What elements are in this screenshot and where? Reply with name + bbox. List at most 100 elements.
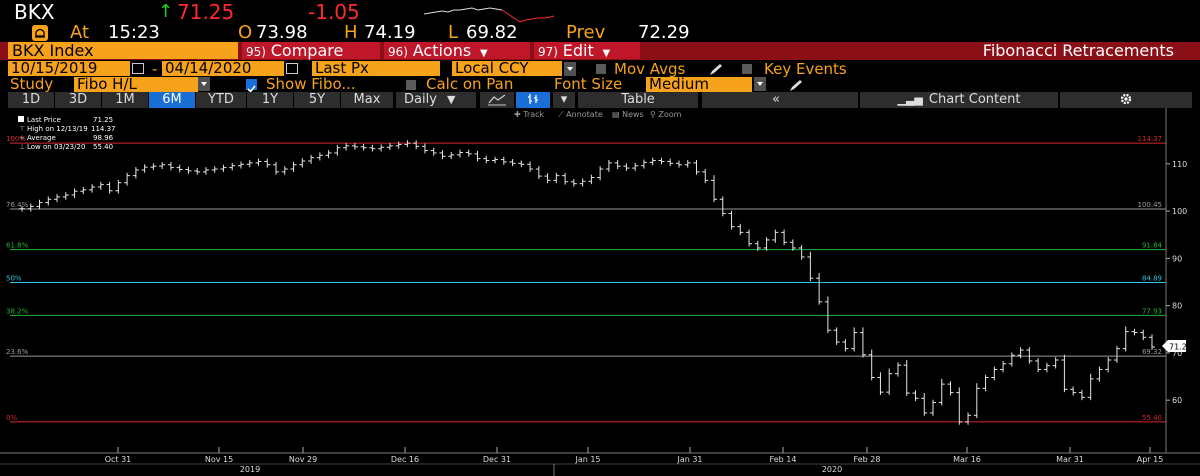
start-date-field[interactable]: 10/15/2019	[8, 61, 130, 76]
currency-selector[interactable]: Local CCY	[452, 61, 562, 76]
price-bar	[1140, 329, 1147, 341]
x-tick: Dec 16	[391, 447, 419, 464]
price-bar	[439, 150, 446, 160]
price-bar	[150, 163, 157, 170]
price-bar	[579, 178, 586, 187]
study-title: Fibonacci Retracements	[982, 41, 1174, 60]
price-bar	[360, 143, 367, 151]
price-bar	[982, 374, 989, 392]
price-chart[interactable]: 100% 114.3776.4% 100.4561.8% 91.8450% 84.893…	[0, 108, 1200, 476]
zoom-tool[interactable]: ⚲ Zoom	[650, 110, 682, 119]
key-events-checkbox[interactable]	[742, 64, 752, 74]
y-tick-label: 90	[1172, 254, 1182, 263]
actions-number: 96)	[388, 45, 408, 59]
news-tool[interactable]: ▤ News	[612, 110, 644, 119]
price-bar	[106, 181, 113, 194]
tab-1y[interactable]: 1Y	[247, 92, 293, 108]
tab-1d[interactable]: 1D	[8, 92, 54, 108]
chart-content-button[interactable]: ▁▃▅ Chart Content	[860, 92, 1058, 108]
font-size-dropdown-icon[interactable]	[754, 77, 766, 91]
alert-bell-icon[interactable]	[32, 25, 48, 41]
fib-pct-label: 38.2%	[6, 307, 29, 315]
tab-ytd[interactable]: YTD	[196, 92, 246, 108]
table-button[interactable]: Table	[578, 92, 698, 108]
price-bar	[781, 229, 788, 246]
price-bar	[562, 172, 569, 185]
annotate-tool[interactable]: ⟋ Annotate	[558, 110, 603, 119]
price-bar	[316, 152, 323, 161]
price-bar	[684, 160, 691, 168]
study-selector[interactable]: Fibo H/L	[74, 77, 198, 92]
price-bar	[535, 166, 542, 179]
price-bar	[299, 158, 306, 168]
field-selector[interactable]: Last Px	[312, 61, 440, 76]
settings-gear-icon[interactable]	[1060, 92, 1192, 108]
study-dropdown-icon[interactable]	[198, 77, 210, 91]
price-bar	[588, 174, 595, 185]
tab-max[interactable]: Max	[341, 92, 393, 108]
mov-avgs-checkbox[interactable]	[596, 64, 606, 74]
price-bar	[816, 273, 823, 305]
date-separator: -	[152, 60, 158, 78]
price-bar	[1035, 358, 1042, 373]
tab-5y[interactable]: 5Y	[294, 92, 340, 108]
price-bar	[894, 362, 901, 377]
price-bar	[807, 251, 814, 282]
legend-last-price-label: Last Price	[27, 116, 61, 124]
legend-high-label: High on 12/13/19	[27, 125, 88, 133]
bar-chart-type-button[interactable]	[516, 92, 550, 108]
fib-value-label: 100.45	[1138, 201, 1163, 209]
calendar-icon[interactable]	[286, 63, 298, 74]
tab-3d[interactable]: 3D	[55, 92, 101, 108]
price-bar	[772, 229, 779, 243]
calc-on-pan-checkbox[interactable]	[406, 80, 416, 90]
x-tick-label: Feb 14	[770, 455, 797, 464]
security-field[interactable]: BKX Index	[8, 42, 238, 59]
price-bar	[492, 156, 499, 164]
x-tick-label: Dec 31	[483, 455, 511, 464]
price-bar	[1087, 373, 1094, 401]
price-bar	[509, 159, 516, 167]
line-chart-type-button[interactable]	[480, 92, 514, 108]
tab-6m[interactable]: 6M	[149, 92, 195, 108]
tab-1m[interactable]: 1M	[102, 92, 148, 108]
quote-time: 15:23	[108, 22, 160, 43]
price-bar	[675, 160, 682, 168]
chart-type-dropdown-icon[interactable]: ▾	[553, 92, 575, 108]
edit-menu[interactable]: 97) Edit ▼	[534, 42, 640, 59]
currency-dropdown-icon[interactable]	[564, 62, 576, 76]
x-tick: Mar 31	[1056, 447, 1084, 464]
end-date-field[interactable]: 04/14/2020	[162, 61, 284, 76]
price-bar	[229, 162, 236, 171]
low-value: 69.82	[466, 22, 518, 43]
price-bar	[80, 186, 87, 195]
actions-menu[interactable]: 96) Actions ▼	[384, 42, 530, 59]
compare-button[interactable]: 95) Compare	[242, 42, 380, 59]
price-bar	[1061, 354, 1068, 393]
font-size-selector[interactable]: Medium	[646, 77, 752, 92]
price-bar	[658, 157, 665, 165]
show-fibo-checkbox[interactable]	[246, 79, 257, 93]
legend-low-marker: ⊥	[19, 143, 25, 151]
price-bar	[45, 196, 52, 206]
price-bar	[973, 383, 980, 419]
legend-low-label: Low on 03/23/20	[27, 143, 85, 151]
price-bar	[430, 147, 437, 156]
open-label: O	[238, 22, 253, 43]
period-selector[interactable]: Daily ▼	[396, 92, 476, 108]
price-bar	[903, 360, 910, 396]
legend-last-price-swatch	[18, 116, 24, 122]
price-bar	[194, 168, 201, 175]
calendar-icon[interactable]	[132, 63, 144, 74]
open-value: 73.98	[256, 22, 308, 43]
price-bar	[1096, 366, 1103, 382]
price-bar	[237, 161, 244, 169]
legend-high-value: 114.37	[91, 125, 116, 133]
track-tool[interactable]: ✚ Track	[514, 110, 545, 119]
price-bar	[404, 140, 411, 148]
x-tick-label: Nov 15	[205, 455, 233, 464]
price-bar	[614, 160, 621, 170]
chart-legend: Last Price 71.25 ⊤ High on 12/13/19 114.…	[18, 116, 116, 151]
fib-pct-label: 50%	[6, 275, 22, 283]
collapse-icon[interactable]: «	[702, 92, 858, 108]
